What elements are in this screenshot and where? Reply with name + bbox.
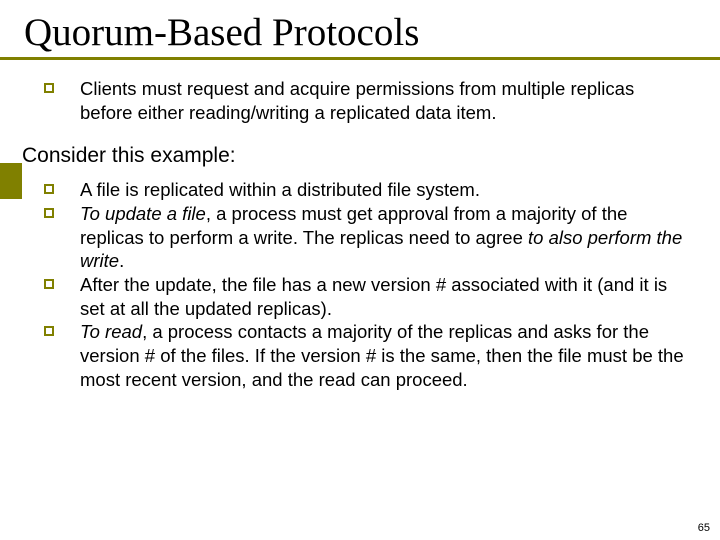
list-item: To read, a process contacts a majority o… bbox=[44, 320, 690, 391]
slide-title: Quorum-Based Protocols bbox=[0, 0, 720, 57]
bullet-text: To update a file, a process must get app… bbox=[80, 202, 690, 273]
square-bullet-icon bbox=[44, 184, 54, 194]
bullet-text: To read, a process contacts a majority o… bbox=[80, 320, 690, 391]
example-list: A file is replicated within a distribute… bbox=[0, 178, 720, 391]
square-bullet-icon bbox=[44, 279, 54, 289]
list-item: To update a file, a process must get app… bbox=[44, 202, 690, 273]
square-bullet-icon bbox=[44, 208, 54, 218]
square-bullet-icon bbox=[44, 326, 54, 336]
bullet-text: After the update, the file has a new ver… bbox=[80, 273, 690, 320]
list-item: After the update, the file has a new ver… bbox=[44, 273, 690, 320]
square-bullet-icon bbox=[44, 83, 54, 93]
list-item: A file is replicated within a distribute… bbox=[44, 178, 690, 202]
title-underline bbox=[0, 57, 720, 63]
list-item: Clients must request and acquire permiss… bbox=[44, 77, 690, 124]
page-number: 65 bbox=[698, 522, 710, 534]
left-accent-band bbox=[0, 163, 22, 199]
bullet-text: A file is replicated within a distribute… bbox=[80, 178, 480, 202]
bullet-text: Clients must request and acquire permiss… bbox=[80, 77, 690, 124]
intro-list: Clients must request and acquire permiss… bbox=[0, 77, 720, 124]
subheading: Consider this example: bbox=[0, 144, 720, 168]
